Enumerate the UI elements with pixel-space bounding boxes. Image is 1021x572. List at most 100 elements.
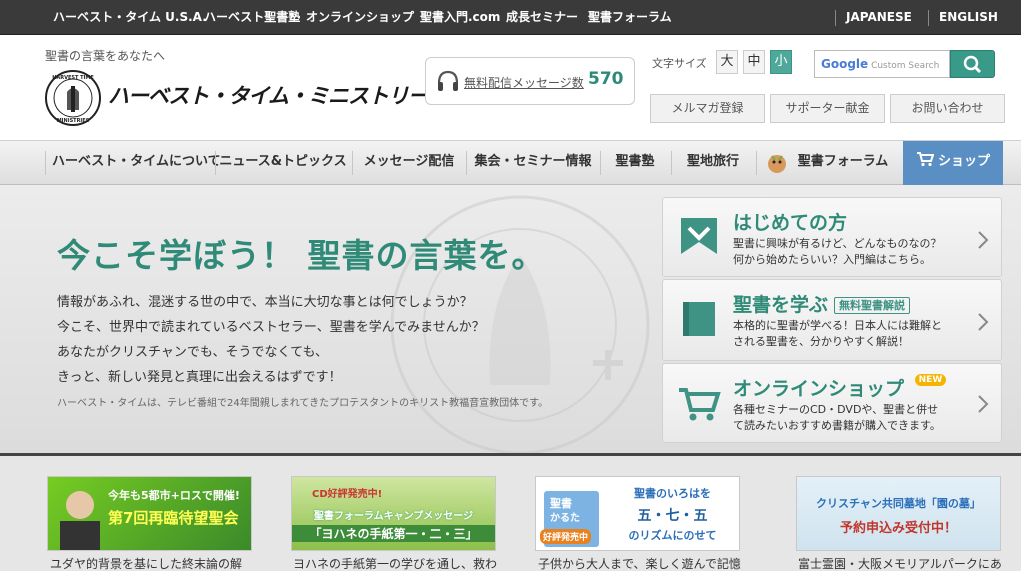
nav-news[interactable]: ニュース&トピックス xyxy=(218,141,348,185)
cart-icon xyxy=(916,152,935,167)
link-growth-seminar[interactable]: 成長セミナー xyxy=(506,0,578,35)
card-title-row: 聖書を学ぶ 無料聖書解説 xyxy=(733,290,911,317)
divider xyxy=(928,10,929,26)
banner-caption[interactable]: 子供から大人まで、楽しく遊んで記憶 xyxy=(538,555,753,572)
forum-mascot-icon xyxy=(768,155,786,173)
search-input[interactable]: Google Custom Search xyxy=(814,50,950,78)
card-beginners[interactable]: はじめての方 聖書に興味が有るけど、どんなものなの？ 何から始めたらいい？入門編… xyxy=(662,197,1002,277)
bookmark-icon xyxy=(681,218,717,254)
banner-line: クリスチャン共同墓地「園の墓」 xyxy=(816,497,981,510)
hero-text-line: あなたがクリスチャンでも、そうでなくても、 xyxy=(57,345,329,360)
banner-caption[interactable]: 富士霊園・大阪メモリアルパークにあ xyxy=(798,555,1013,572)
nav-bible-forum[interactable]: 聖書フォーラム xyxy=(793,141,893,185)
nav-holyland-tour[interactable]: 聖地旅行 xyxy=(674,141,752,185)
shopping-cart-icon xyxy=(679,388,721,421)
banner-line: 第7回再臨待望聖会 xyxy=(108,509,239,527)
chevron-right-icon xyxy=(978,313,989,331)
font-size-large-button[interactable]: 大 xyxy=(716,50,738,74)
lang-japanese[interactable]: JAPANESE xyxy=(846,0,912,35)
hero-section: 今こそ学ぼう！ 聖書の言葉を。 情報があふれ、混迷する世の中で、本当に大切な事と… xyxy=(0,185,1021,453)
divider xyxy=(671,151,672,175)
book-icon xyxy=(683,302,715,336)
logo-text[interactable]: ハーベスト・タイム・ミニストリーズ xyxy=(108,80,448,110)
banner-line: 「ヨハネの手紙第一・二・三」 xyxy=(292,525,495,542)
banner-line: のリズムにのせて xyxy=(628,529,717,542)
banner-line: 今年も5都市+ロスで開催! xyxy=(108,489,240,502)
hero-headline: 今こそ学ぼう！ 聖書の言葉を。 xyxy=(57,236,546,275)
divider xyxy=(835,10,836,26)
nav-seminars[interactable]: 集会・セミナー情報 xyxy=(470,141,596,185)
banner-row: 今年も5都市+ロスで開催! 第7回再臨待望聖会 ユダヤ的背景を基にした終末論の解… xyxy=(0,453,1021,571)
card-study-bible[interactable]: 聖書を学ぶ 無料聖書解説 本格的に聖書が学べる！日本人には難解と される聖書を、分… xyxy=(662,279,1002,361)
speaker-photo xyxy=(60,491,100,550)
card-title-row: オンラインショップ NEW xyxy=(733,374,947,401)
link-bible-intro[interactable]: 聖書入門.com xyxy=(420,0,500,35)
lang-english[interactable]: ENGLISH xyxy=(939,0,998,35)
logo-emblem-icon[interactable]: HARVEST TIME MINISTRIES xyxy=(45,70,101,126)
main-nav: ハーベスト・タイムについて ニュース&トピックス メッセージ配信 集会・セミナー… xyxy=(0,140,1021,185)
chevron-right-icon xyxy=(978,231,989,249)
banner-cemetery[interactable]: クリスチャン共同墓地「園の墓」 予約申込み受付中！ xyxy=(796,476,1001,551)
hero-text-line: 今こそ、世界中で読まれているベストセラー、聖書を学んでみませんか？ xyxy=(57,320,485,335)
card-desc-line: される聖書を、分かりやすく解説！ xyxy=(733,335,909,348)
divider xyxy=(600,151,601,175)
divider xyxy=(45,151,46,175)
site-header: 聖書の言葉をあなたへ HARVEST TIME MINISTRIES ハーベスト… xyxy=(0,35,1021,140)
new-badge: NEW xyxy=(914,374,947,386)
banner-line: 五・七・五 xyxy=(637,508,708,524)
link-harvest-usa[interactable]: ハーベスト・タイム U.S.A. xyxy=(53,0,207,35)
card-title: はじめての方 xyxy=(733,212,848,234)
font-size-label: 文字サイズ xyxy=(652,57,707,70)
divider xyxy=(466,151,467,175)
free-commentary-tag: 無料聖書解説 xyxy=(834,297,911,314)
card-desc-line: 何から始めたらいい？入門編はこちら。 xyxy=(733,253,931,266)
card-desc-line: 聖書に興味が有るけど、どんなものなの？ xyxy=(733,237,942,250)
message-count-value: 570 xyxy=(588,69,624,89)
top-bar: ハーベスト・タイム U.S.A. ハーベスト聖書塾 オンラインショップ 聖書入門… xyxy=(0,0,1021,35)
newsletter-button[interactable]: メルマガ登録 xyxy=(650,94,765,123)
link-bible-school[interactable]: ハーベスト聖書塾 xyxy=(204,0,300,35)
search-button[interactable] xyxy=(950,50,995,78)
hero-text-line: 情報があふれ、混迷する世の中で、本当に大切な事とは何でしょうか？ xyxy=(57,295,473,310)
chevron-right-icon xyxy=(978,395,989,413)
hero-note: ハーベスト・タイムは、テレビ番組で24年間親しまれてきたプロテスタントのキリスト… xyxy=(57,398,549,409)
card-online-shop[interactable]: オンラインショップ NEW 各種セミナーのCD・DVDや、聖書と併せ て読みたい… xyxy=(662,363,1002,443)
banner-line: 好評発売中 xyxy=(540,529,592,544)
banner-revival-meeting[interactable]: 今年も5都市+ロスで開催! 第7回再臨待望聖会 xyxy=(47,476,252,551)
message-count-box[interactable]: 無料配信メッセージ数 570 xyxy=(425,57,635,105)
nav-about[interactable]: ハーベスト・タイムについて xyxy=(52,141,221,185)
font-size-medium-button[interactable]: 中 xyxy=(743,50,765,74)
link-bible-forum[interactable]: 聖書フォーラム xyxy=(588,0,672,35)
card-desc-line: て読みたいおすすめ書籍が購入できます。 xyxy=(733,419,941,432)
nav-messages[interactable]: メッセージ配信 xyxy=(355,141,463,185)
contact-button[interactable]: お問い合わせ xyxy=(890,94,1005,123)
nav-shop-button[interactable]: ショップ xyxy=(903,141,1003,185)
card-title: 聖書を学ぶ xyxy=(733,294,829,316)
message-count-label: 無料配信メッセージ数 xyxy=(464,76,584,90)
banner-bible-karuta[interactable]: 聖書 かるた 好評発売中 聖書のいろはを 五・七・五 のリズムにのせて xyxy=(535,476,740,551)
nav-bible-school[interactable]: 聖書塾 xyxy=(603,141,667,185)
banner-line: CD好評発売中! xyxy=(312,489,383,500)
banner-line: 聖書フォーラムキャンプメッセージ xyxy=(313,511,474,522)
banner-line: かるた xyxy=(550,513,580,524)
card-desc-line: 各種セミナーのCD・DVDや、聖書と併せ xyxy=(733,403,939,416)
google-brand: Google xyxy=(821,57,869,71)
card-desc-line: 本格的に聖書が学べる！日本人には難解と xyxy=(733,319,942,332)
nav-shop-label: ショップ xyxy=(937,154,990,169)
search-placeholder: Custom Search xyxy=(871,61,940,71)
divider xyxy=(215,151,216,175)
supporter-donation-button[interactable]: サポーター献金 xyxy=(770,94,885,123)
banner-line: 予約申込み受付中！ xyxy=(839,521,957,536)
banner-caption[interactable]: ヨハネの手紙第一の学びを通し、救わ xyxy=(293,555,508,572)
font-size-small-button[interactable]: 小 xyxy=(770,50,792,74)
link-online-shop[interactable]: オンラインショップ xyxy=(306,0,414,35)
divider xyxy=(756,151,757,175)
tagline: 聖書の言葉をあなたへ xyxy=(45,49,166,63)
svg-text:MINISTRIES: MINISTRIES xyxy=(57,118,90,124)
headphones-icon xyxy=(437,70,459,91)
divider xyxy=(352,151,353,175)
hero-text-line: きっと、新しい発見と真理に出会えるはずです！ xyxy=(57,370,342,385)
search-icon xyxy=(963,55,982,74)
banner-forum-camp[interactable]: CD好評発売中! 聖書フォーラムキャンプメッセージ 「ヨハネの手紙第一・二・三」 xyxy=(291,476,496,551)
banner-caption[interactable]: ユダヤ的背景を基にした終末論の解 xyxy=(50,555,265,572)
